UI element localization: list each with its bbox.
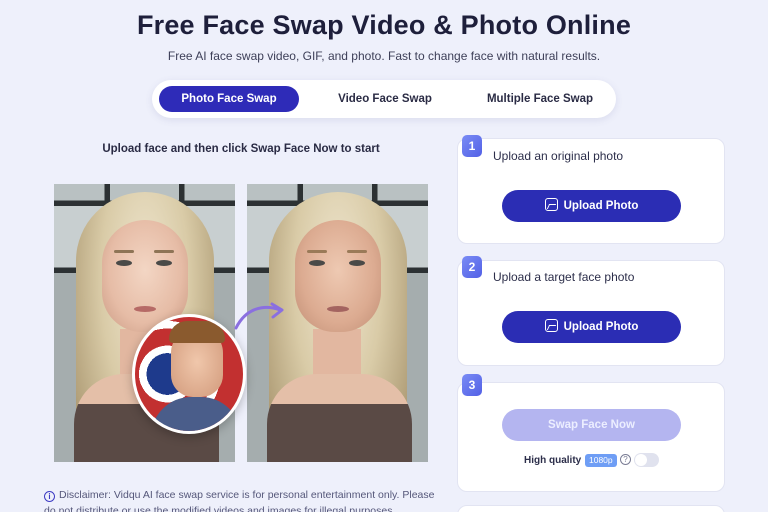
image-upload-icon: [544, 319, 558, 332]
step-1-label: Upload an original photo: [493, 149, 624, 163]
high-quality-toggle[interactable]: [634, 453, 659, 467]
upload-target-face-button[interactable]: Upload Photo: [502, 311, 681, 343]
swap-face-now-button[interactable]: Swap Face Now: [502, 409, 681, 441]
page-subtitle: Free AI face swap video, GIF, and photo.…: [167, 49, 601, 63]
next-card: [457, 505, 725, 512]
step-1-badge: 1: [462, 135, 482, 157]
demo-instruction: Upload face and then click Swap Face Now…: [102, 143, 380, 155]
step-2-badge: 2: [462, 256, 482, 278]
help-icon[interactable]: ?: [620, 454, 631, 465]
resolution-badge: 1080p: [585, 454, 617, 467]
target-face-example: [132, 314, 246, 434]
info-icon: i: [44, 491, 55, 502]
tab-multiple-face-swap[interactable]: Multiple Face Swap: [470, 86, 610, 112]
tab-video-face-swap[interactable]: Video Face Swap: [314, 86, 456, 112]
step-3-badge: 3: [462, 374, 482, 396]
disclaimer: i Disclaimer: Vidqu AI face swap service …: [44, 489, 435, 512]
step-2-label: Upload a target face photo: [493, 270, 635, 284]
tab-photo-face-swap[interactable]: Photo Face Swap: [159, 86, 299, 112]
page-title: Free Face Swap Video & Photo Online: [136, 10, 632, 40]
upload-original-photo-button[interactable]: Upload Photo: [502, 190, 681, 222]
swap-arrow-icon: [234, 302, 284, 330]
mode-tabs: Photo Face Swap Video Face Swap Multiple…: [152, 80, 616, 118]
high-quality-label: High quality: [524, 455, 582, 466]
image-upload-icon: [544, 198, 558, 211]
